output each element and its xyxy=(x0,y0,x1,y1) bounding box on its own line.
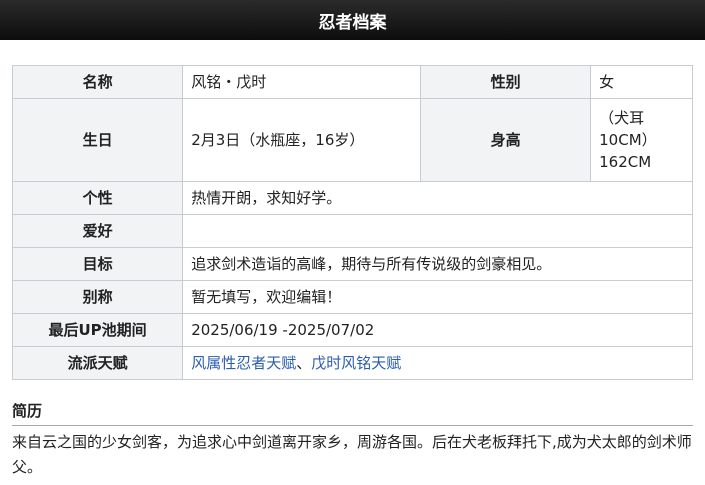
sex-value: 女 xyxy=(590,65,693,99)
alias-value: 暂无填写，欢迎编辑！ xyxy=(182,280,693,314)
fengming-talent-link[interactable]: 戊时风铭天赋 xyxy=(311,354,401,372)
table-row: 最后UP池期间 2025/06/19 -2025/07/02 xyxy=(11,313,693,347)
talent-separator: 、 xyxy=(296,354,312,372)
goal-label: 目标 xyxy=(11,247,184,281)
pool-period-value: 2025/06/19 -2025/07/02 xyxy=(182,313,693,347)
name-label: 名称 xyxy=(11,65,184,99)
hobby-value xyxy=(182,214,693,248)
birthday-label: 生日 xyxy=(11,98,184,182)
table-row: 目标 追求剑术造诣的高峰，期待与所有传说级的剑豪相见。 xyxy=(11,247,693,281)
height-value-line: 10CM） xyxy=(599,131,657,149)
bio-text: 来自云之国的少女剑客，为追求心中剑道离开家乡，周游各国。后在犬老板拜托下,成为犬… xyxy=(12,433,692,476)
height-value: （犬耳 10CM） 162CM xyxy=(590,98,693,182)
wind-talent-link[interactable]: 风属性忍者天赋 xyxy=(191,354,296,372)
table-row: 爱好 xyxy=(11,214,693,248)
talent-value: 风属性忍者天赋、戊时风铭天赋 xyxy=(182,346,693,380)
bio-section-title: 简历 xyxy=(12,400,693,426)
page-title: 忍者档案 xyxy=(318,12,387,33)
height-label: 身高 xyxy=(419,98,592,182)
hobby-label: 爱好 xyxy=(11,214,184,248)
page-header: 忍者档案 xyxy=(0,0,705,40)
table-row: 名称 风铭・戊时 性别 女 xyxy=(11,65,693,99)
height-value-line: 162CM xyxy=(599,153,652,171)
table-row: 个性 热情开朗，求知好学。 xyxy=(11,181,693,215)
birthday-value: 2月3日（水瓶座，16岁） xyxy=(182,98,421,182)
name-value: 风铭・戊时 xyxy=(182,65,421,99)
talent-label: 流派天赋 xyxy=(11,346,184,380)
sex-label: 性别 xyxy=(419,65,592,99)
alias-label: 别称 xyxy=(11,280,184,314)
personality-value: 热情开朗，求知好学。 xyxy=(182,181,693,215)
table-row: 流派天赋 风属性忍者天赋、戊时风铭天赋 xyxy=(11,346,693,380)
personality-label: 个性 xyxy=(11,181,184,215)
pool-period-label: 最后UP池期间 xyxy=(11,313,184,347)
goal-value: 追求剑术造诣的高峰，期待与所有传说级的剑豪相见。 xyxy=(182,247,693,281)
ninja-profile-table: 名称 风铭・戊时 性别 女 生日 2月3日（水瓶座，16岁） 身高 （犬耳 10… xyxy=(11,65,693,380)
height-value-line: （犬耳 xyxy=(599,109,645,127)
table-row: 生日 2月3日（水瓶座，16岁） 身高 （犬耳 10CM） 162CM xyxy=(11,98,693,182)
table-row: 别称 暂无填写，欢迎编辑！ xyxy=(11,280,693,314)
